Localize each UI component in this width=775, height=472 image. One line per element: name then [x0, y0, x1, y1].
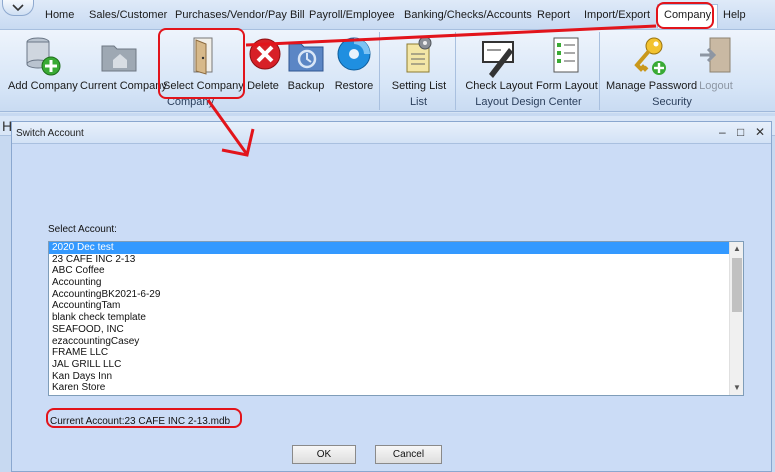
ribbon-group-label-list: List: [409, 96, 428, 108]
ribbon: Add Company Current Company Select Compa…: [0, 30, 775, 112]
account-list-item[interactable]: AccountingBK2021-6-29: [49, 289, 729, 301]
scroll-thumb[interactable]: [732, 258, 742, 312]
menu-sales-customer[interactable]: Sales/Customer: [89, 9, 167, 21]
dialog-title: Switch Account: [16, 128, 84, 139]
account-list-item[interactable]: Accounting: [49, 277, 729, 289]
database-add-icon: [26, 37, 61, 76]
restore-label: Restore: [334, 80, 374, 92]
setting-list-button[interactable]: Setting List: [386, 34, 452, 92]
restore-disc-icon: [337, 37, 371, 71]
add-company-label: Add Company: [8, 80, 78, 92]
account-list-item[interactable]: blank check template: [49, 312, 729, 324]
pen-layout-icon: [482, 41, 514, 78]
chevron-down-icon: [12, 3, 24, 11]
logout-label: Logout: [699, 80, 733, 92]
folder-house-icon: [101, 45, 137, 72]
scroll-up-icon[interactable]: ▲: [730, 242, 743, 256]
backup-label: Backup: [287, 80, 325, 92]
account-list-item[interactable]: 23 CAFE INC 2-13: [49, 254, 729, 266]
menu-help[interactable]: Help: [723, 9, 746, 21]
delete-label: Delete: [247, 80, 279, 92]
key-add-icon: [634, 37, 666, 75]
menu-home[interactable]: Home: [45, 9, 74, 21]
open-door-icon: [193, 37, 213, 75]
switch-account-dialog: Switch Account – □ ✕ Select Account: 202…: [11, 121, 772, 472]
ribbon-group-label-layout: Layout Design Center: [475, 96, 582, 108]
select-account-label: Select Account:: [48, 224, 117, 235]
account-list-item[interactable]: JAL GRILL LLC: [49, 359, 729, 371]
form-layout-label: Form Layout: [536, 80, 598, 92]
account-list: 2020 Dec test 23 CAFE INC 2-13 ABC Coffee A…: [49, 242, 743, 394]
settings-list-icon: [406, 36, 432, 73]
setting-list-label: Setting List: [391, 80, 447, 92]
backup-button[interactable]: Backup: [286, 34, 326, 92]
ribbon-group-layout: Check Layout Form Layout Layout Design C…: [458, 32, 600, 110]
account-list-item[interactable]: AccountingTam: [49, 300, 729, 312]
manage-password-label: Manage Password: [606, 80, 698, 92]
form-checklist-icon: [553, 37, 579, 73]
menu-payroll[interactable]: Payroll/Employee: [309, 9, 395, 21]
account-list-item[interactable]: FRAME LLC: [49, 347, 729, 359]
delete-button[interactable]: Delete: [245, 34, 281, 92]
check-layout-label: Check Layout: [465, 80, 533, 92]
logout-door-icon: [700, 37, 731, 73]
minimize-icon[interactable]: –: [719, 125, 726, 139]
scroll-down-icon[interactable]: ▼: [730, 381, 743, 395]
account-listbox[interactable]: 2020 Dec test 23 CAFE INC 2-13 ABC Coffee A…: [48, 241, 744, 396]
backup-folder-icon: [288, 43, 324, 72]
account-list-item[interactable]: Karen Store: [49, 382, 729, 394]
dialog-title-bar: Switch Account – □ ✕: [12, 122, 771, 144]
manage-password-button[interactable]: Manage Password: [606, 34, 697, 92]
account-list-item[interactable]: Kan Days Inn: [49, 371, 729, 383]
maximize-icon[interactable]: □: [737, 125, 744, 139]
listbox-scrollbar[interactable]: ▲ ▼: [729, 242, 743, 395]
menu-purchases[interactable]: Purchases/Vendor/Pay Bill: [175, 9, 305, 21]
current-company-button[interactable]: Current Company: [80, 34, 167, 92]
app-menu-button[interactable]: [2, 0, 34, 16]
form-layout-button[interactable]: Form Layout: [536, 34, 598, 92]
menu-import-export[interactable]: Import/Export: [584, 9, 650, 21]
ribbon-group-label-security: Security: [652, 96, 692, 108]
ribbon-group-company: Add Company Current Company Select Compa…: [2, 32, 380, 110]
current-company-label: Current Company: [80, 80, 167, 92]
menu-company[interactable]: Company: [657, 4, 719, 28]
ok-button[interactable]: OK: [292, 445, 356, 464]
account-list-item[interactable]: ezaccountingCasey: [49, 336, 729, 348]
account-list-item[interactable]: ABC Coffee: [49, 265, 729, 277]
account-list-item[interactable]: 2020 Dec test: [49, 242, 729, 254]
check-layout-button[interactable]: Check Layout: [464, 34, 534, 92]
close-icon[interactable]: ✕: [755, 125, 765, 139]
add-company-button[interactable]: Add Company: [8, 34, 78, 92]
current-account-text: Current Account:23 CAFE INC 2-13.mdb: [50, 416, 231, 427]
menu-report[interactable]: Report: [537, 9, 570, 21]
ribbon-group-security: Manage Password Logout Security: [602, 32, 742, 110]
menu-banking[interactable]: Banking/Checks/Accounts: [404, 9, 532, 21]
account-list-item[interactable]: SEAFOOD, INC: [49, 324, 729, 336]
cancel-button[interactable]: Cancel: [375, 445, 442, 464]
select-company-button[interactable]: Select Company: [163, 34, 244, 92]
restore-button[interactable]: Restore: [332, 34, 376, 92]
select-company-label: Select Company: [163, 80, 244, 92]
menu-bar: Home Sales/Customer Purchases/Vendor/Pay…: [0, 0, 775, 30]
ribbon-group-label-company: Company: [166, 96, 215, 108]
logout-button[interactable]: Logout: [696, 34, 736, 92]
ribbon-group-list: Setting List List: [382, 32, 456, 110]
delete-icon: [249, 38, 281, 70]
